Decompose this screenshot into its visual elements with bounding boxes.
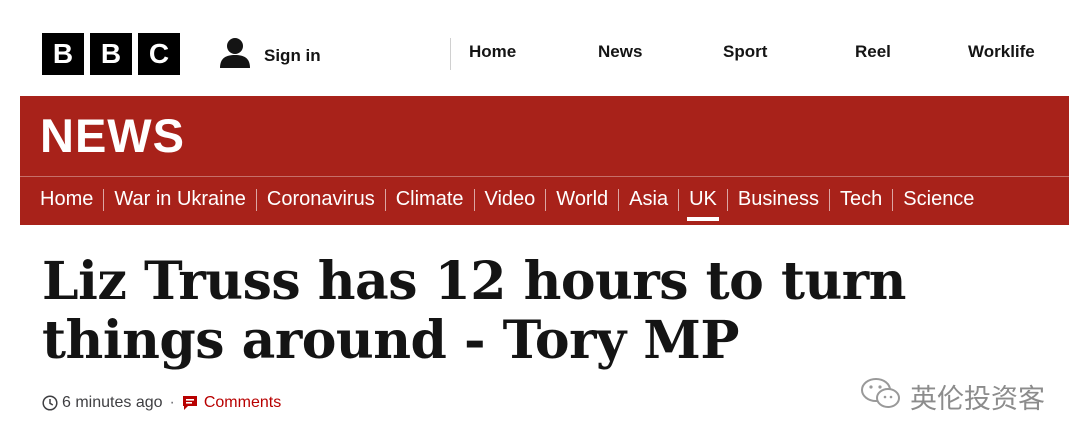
subnav-separator [473,188,475,211]
subnav-science[interactable]: Science [903,188,974,211]
subnav-separator [892,188,894,211]
bbc-logo-letter: B [42,33,84,75]
news-banner: NEWS Home War in Ukraine Coronavirus Cli… [20,96,1069,225]
bbc-logo[interactable]: B B C [42,33,180,75]
watermark-text: 英伦投资客 [910,384,1045,415]
meta-separator: · [169,394,175,411]
topnav-home[interactable]: Home [469,42,516,62]
article-headline: Liz Truss has 12 hours to turn things ar… [42,251,906,371]
subnav-separator [678,188,680,211]
subnav-uk[interactable]: UK [687,188,719,221]
subnav-asia[interactable]: Asia [629,188,668,211]
banner-divider [20,176,1069,177]
subnav-separator [618,188,620,211]
subnav-separator [726,188,728,211]
global-header: B B C Sign in Home News Sport Reel Workl… [0,0,1080,96]
wechat-icon [860,376,902,417]
subnav-coronavirus[interactable]: Coronavirus [267,188,375,211]
topnav-reel[interactable]: Reel [855,42,891,62]
comments-link[interactable]: Comments [182,394,281,412]
clock-icon [42,395,58,411]
bbc-logo-letter: C [138,33,180,75]
subnav-world[interactable]: World [556,188,608,211]
nav-divider [450,38,451,70]
subnav-video[interactable]: Video [485,188,536,211]
subnav-tech[interactable]: Tech [840,188,882,211]
subnav-separator [255,188,257,211]
wechat-watermark: 英伦投资客 [860,376,1045,417]
topnav-worklife[interactable]: Worklife [968,42,1035,62]
subnav-separator [384,188,386,211]
subnav-war-in-ukraine[interactable]: War in Ukraine [114,188,246,211]
topnav-news[interactable]: News [598,42,642,62]
user-icon [218,36,252,75]
topnav-sport[interactable]: Sport [723,42,767,62]
news-title[interactable]: NEWS [40,108,185,163]
sign-in-link[interactable]: Sign in [218,36,321,75]
subnav-separator [545,188,547,211]
bbc-logo-letter: B [90,33,132,75]
subnav-climate[interactable]: Climate [396,188,464,211]
article-timestamp: 6 minutes ago [62,394,163,411]
subnav-separator [103,188,105,211]
subnav-home[interactable]: Home [40,188,93,211]
comments-label: Comments [203,394,282,411]
subnav-separator [829,188,831,211]
subnav-business[interactable]: Business [738,188,819,211]
news-subnav: Home War in Ukraine Coronavirus Climate … [40,188,974,221]
comment-icon [182,395,198,411]
sign-in-label: Sign in [264,45,321,65]
article-meta: 6 minutes ago · Comments [42,394,281,412]
